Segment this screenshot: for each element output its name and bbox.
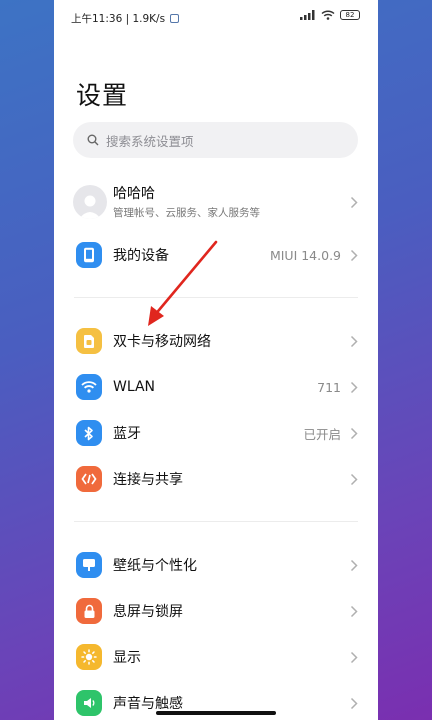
battery-icon: 82	[340, 10, 360, 20]
sim-card-icon	[76, 328, 102, 354]
account-row[interactable]: 哈哈哈 管理帐号、云服务、家人服务等	[54, 181, 378, 223]
page-title: 设置	[76, 81, 129, 110]
chevron-right-icon	[350, 651, 358, 663]
row-label: 连接与共享	[113, 472, 183, 488]
lock-icon	[76, 598, 102, 624]
account-subtitle: 管理帐号、云服务、家人服务等	[113, 207, 260, 219]
brightness-icon	[76, 644, 102, 670]
chevron-right-icon	[350, 473, 358, 485]
sound-icon	[76, 690, 102, 716]
account-name: 哈哈哈	[113, 186, 155, 202]
chevron-right-icon	[350, 335, 358, 347]
chevron-right-icon	[350, 697, 358, 709]
sidebar-item-bluetooth[interactable]: 蓝牙 已开启	[54, 412, 378, 454]
sidebar-item-wlan[interactable]: WLAN 711	[54, 366, 378, 408]
avatar	[73, 185, 107, 219]
search-placeholder: 搜索系统设置项	[106, 133, 194, 149]
home-indicator[interactable]	[156, 711, 276, 715]
wifi-icon	[76, 374, 102, 400]
section-divider	[74, 297, 358, 298]
section-divider	[74, 521, 358, 522]
wallpaper-icon	[76, 552, 102, 578]
status-right: 82	[300, 10, 360, 20]
my-device-label: 我的设备	[113, 248, 169, 264]
search-input[interactable]: 搜索系统设置项	[73, 122, 358, 158]
chevron-right-icon	[350, 249, 358, 261]
row-label: 蓝牙	[113, 426, 141, 442]
status-time-speed: 上午11:36 | 1.9K/s	[71, 13, 166, 25]
chevron-right-icon	[350, 605, 358, 617]
chevron-right-icon	[350, 559, 358, 571]
sidebar-item-connection-sharing[interactable]: 连接与共享	[54, 458, 378, 500]
phone-icon	[76, 242, 102, 268]
row-label: 双卡与移动网络	[113, 334, 211, 350]
row-label: WLAN	[113, 379, 156, 395]
row-label: 壁纸与个性化	[113, 558, 197, 574]
signal-icon	[300, 10, 315, 20]
sidebar-item-dual-sim[interactable]: 双卡与移动网络	[54, 320, 378, 362]
sidebar-item-display[interactable]: 显示	[54, 636, 378, 678]
sidebar-item-lock-screen[interactable]: 息屏与锁屏	[54, 590, 378, 632]
row-label: 显示	[113, 650, 141, 666]
status-bar: 上午11:36 | 1.9K/s 82	[54, 0, 378, 34]
notification-icon	[170, 14, 180, 23]
chevron-right-icon	[350, 196, 358, 208]
share-icon	[76, 466, 102, 492]
user-icon	[79, 195, 101, 219]
row-value: 711	[317, 379, 341, 395]
bluetooth-icon	[76, 420, 102, 446]
chevron-right-icon	[350, 427, 358, 439]
status-left: 上午11:36 | 1.9K/s	[71, 11, 180, 26]
settings-screen: 上午11:36 | 1.9K/s 82 设置 搜索系统设置项 哈哈哈 管理帐号、…	[54, 0, 378, 720]
row-value: 已开启	[303, 426, 341, 442]
search-icon	[87, 134, 99, 146]
sidebar-item-wallpaper[interactable]: 壁纸与个性化	[54, 544, 378, 586]
chevron-right-icon	[350, 381, 358, 393]
row-label: 声音与触感	[113, 696, 183, 712]
my-device-value: MIUI 14.0.9	[269, 247, 341, 263]
row-label: 息屏与锁屏	[113, 604, 183, 620]
wifi-status-icon	[321, 10, 335, 20]
my-device-row[interactable]: 我的设备 MIUI 14.0.9	[54, 234, 378, 276]
